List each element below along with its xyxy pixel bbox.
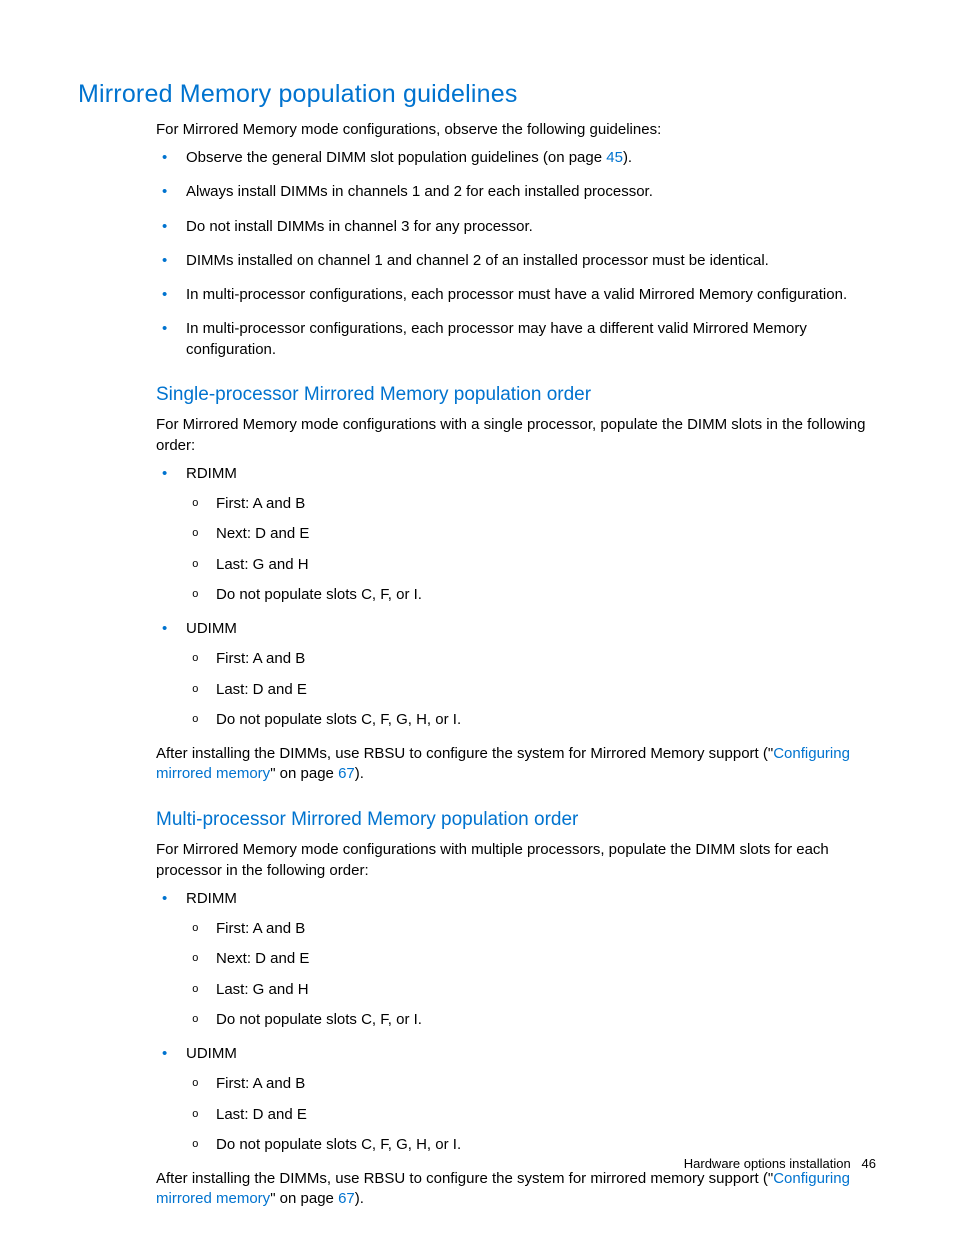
section-body: For Mirrored Memory mode configurations,… [156,120,876,1210]
text: After installing the DIMMs, use RBSU to … [156,745,773,762]
list-item: Last: D and E [186,680,876,700]
text: " on page [270,1190,338,1207]
sublist: First: A and B Next: D and E Last: G and… [186,494,876,605]
list-text: Observe the general DIMM slot population… [186,149,606,166]
list-item: First: A and B [186,919,876,939]
text: " on page [270,765,338,782]
list-item: In multi-processor configurations, each … [156,319,876,360]
list-item: Do not populate slots C, F, or I. [186,1010,876,1030]
single-proc-list: RDIMM First: A and B Next: D and E Last:… [156,464,876,730]
list-item: Do not populate slots C, F, G, H, or I. [186,710,876,730]
list-item: First: A and B [186,494,876,514]
list-label: UDIMM [186,1045,237,1062]
list-label: RDIMM [186,890,237,907]
list-item: RDIMM First: A and B Next: D and E Last:… [156,464,876,605]
list-item: Always install DIMMs in channels 1 and 2… [156,182,876,202]
text: ). [355,765,364,782]
list-item: In multi-processor configurations, each … [156,285,876,305]
subsection-heading: Single-processor Mirrored Memory populat… [156,382,876,408]
after-paragraph: After installing the DIMMs, use RBSU to … [156,744,876,785]
multi-proc-list: RDIMM First: A and B Next: D and E Last:… [156,889,876,1155]
page-link[interactable]: 67 [338,765,355,782]
list-item: First: A and B [186,649,876,669]
section-heading: Mirrored Memory population guidelines [78,78,876,112]
list-item: DIMMs installed on channel 1 and channel… [156,251,876,271]
list-item: Next: D and E [186,949,876,969]
guidelines-list: Observe the general DIMM slot population… [156,148,876,360]
list-item: First: A and B [186,1074,876,1094]
list-item: Do not populate slots C, F, or I. [186,585,876,605]
page: Mirrored Memory population guidelines Fo… [0,0,954,1235]
list-item: Do not populate slots C, F, G, H, or I. [186,1135,876,1155]
sublist: First: A and B Next: D and E Last: G and… [186,919,876,1030]
page-link[interactable]: 45 [606,149,623,166]
page-footer: Hardware options installation 46 [684,1155,876,1173]
after-paragraph: After installing the DIMMs, use RBSU to … [156,1169,876,1210]
intro-paragraph: For Mirrored Memory mode configurations … [156,840,876,881]
list-item: Do not install DIMMs in channel 3 for an… [156,217,876,237]
intro-paragraph: For Mirrored Memory mode configurations,… [156,120,876,140]
footer-text: Hardware options installation [684,1156,851,1171]
intro-paragraph: For Mirrored Memory mode configurations … [156,415,876,456]
list-label: RDIMM [186,465,237,482]
list-item: Last: G and H [186,980,876,1000]
page-link[interactable]: 67 [338,1190,355,1207]
list-text: ). [623,149,632,166]
list-item: Last: G and H [186,555,876,575]
list-item: RDIMM First: A and B Next: D and E Last:… [156,889,876,1030]
text: ). [355,1190,364,1207]
subsection-heading: Multi-processor Mirrored Memory populati… [156,807,876,833]
page-number: 46 [862,1156,876,1171]
list-item: Next: D and E [186,524,876,544]
list-item: UDIMM First: A and B Last: D and E Do no… [156,1044,876,1155]
list-item: Observe the general DIMM slot population… [156,148,876,168]
list-label: UDIMM [186,620,237,637]
sublist: First: A and B Last: D and E Do not popu… [186,1074,876,1155]
list-item: UDIMM First: A and B Last: D and E Do no… [156,619,876,730]
text: After installing the DIMMs, use RBSU to … [156,1170,773,1187]
sublist: First: A and B Last: D and E Do not popu… [186,649,876,730]
list-item: Last: D and E [186,1105,876,1125]
